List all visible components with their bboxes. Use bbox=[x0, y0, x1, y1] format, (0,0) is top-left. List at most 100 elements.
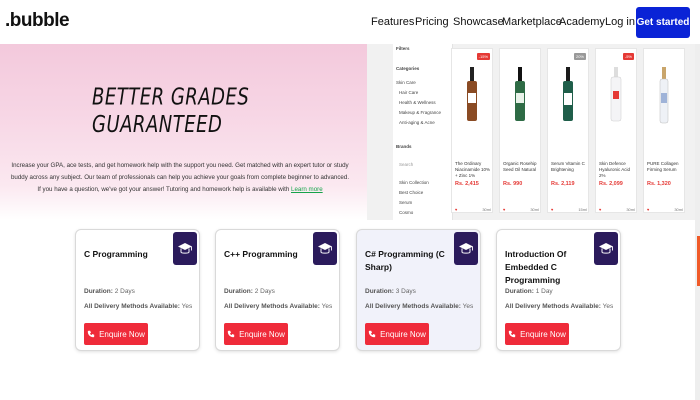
product-meta: 15ml bbox=[578, 207, 587, 212]
discount-badge: 20% bbox=[573, 53, 586, 60]
nav-link-login[interactable]: Log in bbox=[605, 16, 635, 28]
hero-panel: BETTER GRADES GUARANTEED Increase your G… bbox=[0, 44, 367, 220]
product-footer: ♥ 30ml bbox=[455, 207, 491, 212]
product-image bbox=[515, 67, 525, 121]
course-duration: Duration: 2 Days bbox=[224, 288, 275, 295]
product-meta: 30ml bbox=[482, 207, 491, 212]
product-meta: 30ml bbox=[674, 207, 683, 212]
course-title: C++ Programming bbox=[224, 249, 298, 259]
nav-link-academy[interactable]: Academy bbox=[559, 16, 605, 28]
course-delivery: All Delivery Methods Available: Yes bbox=[505, 303, 614, 310]
product-price: Rs. 2,099 bbox=[599, 181, 623, 187]
course-card-embedded-c[interactable]: Introduction Of Embedded C Programming D… bbox=[496, 229, 621, 351]
get-started-button[interactable]: Get started bbox=[636, 7, 690, 38]
heart-icon[interactable]: ♥ bbox=[551, 207, 553, 212]
phone-icon bbox=[368, 330, 376, 338]
page-scrollbar[interactable] bbox=[695, 44, 700, 400]
product-price: Rs. 990 bbox=[503, 181, 523, 187]
nav-link-marketplace[interactable]: Marketplace bbox=[502, 16, 562, 28]
enquire-now-button[interactable]: Enquire Now bbox=[224, 323, 288, 345]
category-label: Categories bbox=[396, 66, 420, 71]
heart-icon[interactable]: ♥ bbox=[647, 207, 649, 212]
nav-link-showcase[interactable]: Showcase bbox=[453, 16, 504, 28]
enquire-now-button[interactable]: Enquire Now bbox=[84, 323, 148, 345]
product-footer: ♥ 30ml bbox=[647, 207, 683, 212]
brand-item[interactable]: Serum bbox=[399, 200, 412, 205]
bubble-logo[interactable]: .bubble bbox=[5, 10, 70, 32]
category-item[interactable]: Skin Care bbox=[396, 80, 416, 85]
course-card-csharp-programming[interactable]: C# Programming (C Sharp) Duration: 3 Day… bbox=[356, 229, 481, 351]
product-image bbox=[467, 67, 477, 121]
heart-icon[interactable]: ♥ bbox=[599, 207, 601, 212]
product-card[interactable]: Organic Rosehip Seed Oil Natural Rs. 990… bbox=[499, 48, 541, 213]
course-title: C Programming bbox=[84, 249, 148, 259]
heart-icon[interactable]: ♥ bbox=[503, 207, 505, 212]
product-card[interactable]: PURE Collagen Firming Serum Rs. 1,320 ♥ 3… bbox=[643, 48, 685, 213]
shop-preview: Filters Categories Skin Care Hair Care H… bbox=[367, 44, 700, 220]
product-card[interactable]: -5% Skin Defence Hyaluronic Acid 2% Rs. … bbox=[595, 48, 637, 213]
discount-badge: -15% bbox=[476, 53, 490, 60]
product-image bbox=[659, 67, 669, 124]
course-duration: Duration: 1 Day bbox=[505, 288, 553, 295]
product-name: Serum Vitamin C Brightening bbox=[551, 161, 585, 172]
brand-item[interactable]: Skin Collection bbox=[399, 180, 429, 185]
product-footer: ♥ 30ml bbox=[599, 207, 635, 212]
product-name: The Ordinary Niacinamide 10% + Zinc 1% bbox=[455, 161, 491, 178]
course-delivery: All Delivery Methods Available: Yes bbox=[84, 303, 193, 310]
product-image bbox=[563, 67, 573, 121]
heart-icon[interactable]: ♥ bbox=[455, 207, 457, 212]
hero-title: BETTER GRADES GUARANTEED bbox=[92, 83, 250, 139]
nav-link-features[interactable]: Features bbox=[371, 16, 414, 28]
category-item[interactable]: Anti-aging & Acne bbox=[399, 120, 435, 125]
hero-body: Increase your GPA, ace tests, and get ho… bbox=[10, 160, 350, 196]
phone-icon bbox=[87, 330, 95, 338]
enquire-now-label: Enquire Now bbox=[380, 329, 426, 339]
course-card-c-programming[interactable]: C Programming Duration: 2 Days All Deliv… bbox=[75, 229, 200, 351]
course-card-cpp-programming[interactable]: C++ Programming Duration: 2 Days All Del… bbox=[215, 229, 340, 351]
course-delivery: All Delivery Methods Available: Yes bbox=[224, 303, 333, 310]
category-item[interactable]: Makeup & Fragrance bbox=[399, 110, 441, 115]
enquire-now-button[interactable]: Enquire Now bbox=[505, 323, 569, 345]
enquire-now-label: Enquire Now bbox=[239, 329, 285, 339]
product-footer: ♥ 30ml bbox=[503, 207, 539, 212]
enquire-now-label: Enquire Now bbox=[520, 329, 566, 339]
product-name: PURE Collagen Firming Serum bbox=[647, 161, 679, 172]
course-delivery: All Delivery Methods Available: Yes bbox=[365, 303, 474, 310]
course-title: C# Programming (C Sharp) bbox=[365, 249, 445, 272]
product-card[interactable]: -15% The Ordinary Niacinamide 10% + Zinc… bbox=[451, 48, 493, 213]
graduation-cap-icon bbox=[594, 232, 618, 265]
product-price: Rs. 2,119 bbox=[551, 181, 575, 187]
product-card[interactable]: 20% Serum Vitamin C Brightening Rs. 2,11… bbox=[547, 48, 589, 213]
hero-learn-more-link[interactable]: Learn more bbox=[291, 186, 323, 193]
filters-title: Filters bbox=[396, 46, 410, 51]
product-footer: ♥ 15ml bbox=[551, 207, 587, 212]
brand-item[interactable]: Best Choice bbox=[399, 190, 423, 195]
product-price: Rs. 2,415 bbox=[455, 181, 479, 187]
product-image bbox=[610, 67, 622, 122]
brand-item[interactable]: Cosmo bbox=[399, 210, 413, 215]
product-name: Organic Rosehip Seed Oil Natural bbox=[503, 161, 537, 172]
enquire-now-button[interactable]: Enquire Now bbox=[365, 323, 429, 345]
course-duration: Duration: 3 Days bbox=[365, 288, 416, 295]
product-meta: 30ml bbox=[530, 207, 539, 212]
category-item[interactable]: Health & Wellness bbox=[399, 100, 436, 105]
top-navbar: .bubble Features Pricing Showcase Market… bbox=[0, 0, 700, 44]
phone-icon bbox=[227, 330, 235, 338]
nav-link-pricing[interactable]: Pricing bbox=[415, 16, 449, 28]
product-price: Rs. 1,320 bbox=[647, 181, 671, 187]
phone-icon bbox=[508, 330, 516, 338]
product-meta: 30ml bbox=[626, 207, 635, 212]
graduation-cap-icon bbox=[313, 232, 337, 265]
product-grid: -15% The Ordinary Niacinamide 10% + Zinc… bbox=[451, 48, 691, 218]
brand-search-input[interactable]: Search bbox=[399, 162, 413, 167]
course-title: Introduction Of Embedded C Programming bbox=[505, 249, 567, 285]
graduation-cap-icon bbox=[454, 232, 478, 265]
course-duration: Duration: 2 Days bbox=[84, 288, 135, 295]
enquire-now-label: Enquire Now bbox=[99, 329, 145, 339]
discount-badge: -5% bbox=[622, 53, 634, 60]
product-name: Skin Defence Hyaluronic Acid 2% bbox=[599, 161, 631, 178]
brand-label: Brands bbox=[396, 144, 412, 149]
graduation-cap-icon bbox=[173, 232, 197, 265]
category-item[interactable]: Hair Care bbox=[399, 90, 418, 95]
filter-sidebar: Filters Categories Skin Care Hair Care H… bbox=[393, 44, 453, 220]
